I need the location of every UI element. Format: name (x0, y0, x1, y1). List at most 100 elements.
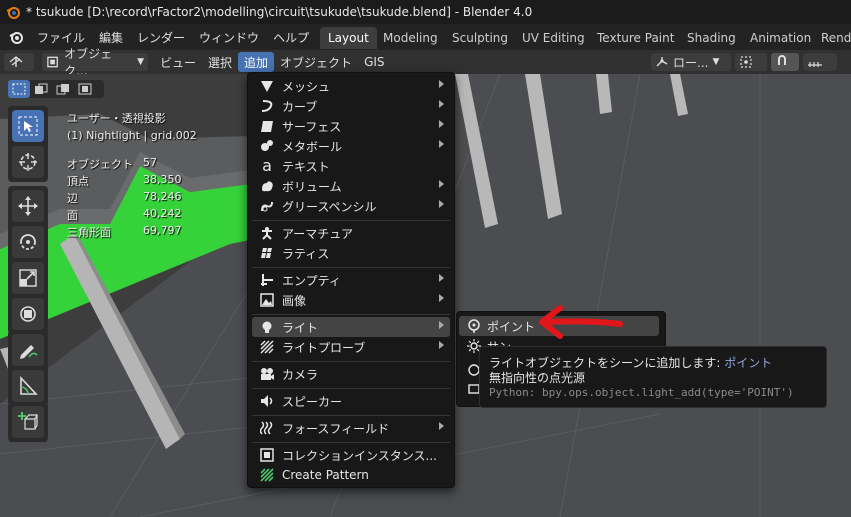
metaball-icon (261, 140, 273, 151)
add-menu-item-speaker[interactable]: スピーカー (252, 391, 450, 411)
operator-tooltip: ライトオブジェクトをシーンに追加します: ポイント 無指向性の点光源 Pytho… (479, 346, 827, 408)
select-invert-button[interactable] (74, 80, 96, 98)
tab-sculpting[interactable]: Sculpting (444, 27, 516, 49)
blender-menu-icon[interactable] (8, 29, 24, 45)
move-tool[interactable] (12, 190, 44, 222)
menu-gis[interactable]: GIS (358, 52, 390, 72)
select-new-button[interactable] (8, 80, 30, 98)
tool-group-transform (8, 186, 48, 334)
tab-animation[interactable]: Animation (742, 27, 819, 49)
image-icon (260, 293, 274, 307)
object-mode-icon (47, 56, 58, 68)
blender-logo-icon (6, 7, 20, 19)
select-subtract-icon (56, 84, 69, 95)
tool-group-add (8, 402, 48, 442)
viewport-header: オブジェク... ▼ ビュー 選択 追加 オブジェクト GIS ロー... ▼ (0, 47, 851, 78)
pivot-point-dropdown[interactable] (735, 53, 767, 71)
stat-label-triangles: 三角形面 (67, 226, 111, 239)
add-menu-item-mesh[interactable]: メッシュ (252, 76, 450, 96)
cursor-select-icon (18, 116, 38, 136)
light-icon (262, 321, 272, 333)
submenu-arrow-icon (439, 100, 444, 108)
stat-value-vertices: 38,350 (143, 173, 182, 186)
add-menu-item-create-pattern[interactable]: Create Pattern (252, 465, 450, 485)
menu-view[interactable]: ビュー (154, 52, 202, 72)
transform-orientation-dropdown[interactable]: ロー... ▼ (651, 53, 731, 71)
menu-render[interactable]: レンダー (130, 29, 192, 46)
add-menu-item-collection-instance[interactable]: コレクションインスタンス... (252, 445, 450, 465)
transform-tool[interactable] (12, 298, 44, 330)
stat-label-objects: オブジェクト (67, 158, 133, 171)
menu-file[interactable]: ファイル (30, 29, 92, 46)
add-menu-item-grease-pencil[interactable]: グリースペンシル (252, 196, 450, 216)
measure-tool[interactable] (12, 370, 44, 402)
submenu-arrow-icon (439, 294, 444, 302)
add-menu-item-volume[interactable]: ボリューム (252, 176, 450, 196)
add-menu-item-light-probe[interactable]: ライトプローブ (252, 337, 450, 357)
cursor-tool[interactable] (12, 146, 44, 178)
force-field-icon (260, 421, 273, 435)
add-menu-item-curve[interactable]: カーブ (252, 96, 450, 116)
collection-info: (1) Nightlight | grid.002 (67, 129, 197, 142)
empty-icon (261, 274, 273, 286)
add-menu-item-text[interactable]: a テキスト (252, 156, 450, 176)
submenu-arrow-icon (439, 422, 444, 430)
tab-modeling[interactable]: Modeling (375, 27, 446, 49)
stat-label-vertices: 頂点 (67, 175, 89, 188)
submenu-arrow-icon (439, 120, 444, 128)
tab-uv-editing[interactable]: UV Editing (514, 27, 593, 49)
menu-separator (252, 267, 450, 268)
select-extend-icon (35, 83, 48, 94)
menu-separator (252, 361, 450, 362)
mode-dropdown[interactable]: オブジェク... ▼ (42, 47, 148, 78)
submenu-arrow-icon (439, 80, 444, 88)
tooltip-operator-name: ポイント (724, 356, 773, 370)
menu-window[interactable]: ウィンドウ (192, 29, 266, 46)
select-box-tool[interactable] (12, 110, 44, 142)
add-cube-tool[interactable] (12, 406, 44, 438)
armature-icon (262, 227, 272, 240)
tab-shading[interactable]: Shading (679, 27, 744, 49)
submenu-arrow-icon (439, 321, 444, 329)
menu-add[interactable]: 追加 (238, 52, 275, 72)
tab-texture-paint[interactable]: Texture Paint (589, 27, 682, 49)
chevron-down-icon: ▼ (137, 57, 144, 67)
tab-rendering[interactable]: Rende (813, 27, 851, 49)
stat-label-faces: 面 (67, 209, 78, 222)
rotate-icon (20, 234, 36, 250)
orientation-icon (656, 57, 668, 67)
add-menu-item-surface[interactable]: サーフェス (252, 116, 450, 136)
add-menu-item-force-field[interactable]: フォースフィールド (252, 418, 450, 438)
select-extend-button[interactable] (30, 80, 52, 98)
submenu-arrow-icon (439, 180, 444, 188)
snap-toggle[interactable] (771, 53, 799, 71)
editor-type-button[interactable] (4, 53, 34, 71)
add-menu-item-light[interactable]: ライト (252, 317, 450, 337)
add-menu-item-lattice[interactable]: ラティス (252, 243, 450, 263)
3d-view-icon (9, 56, 23, 67)
add-menu-item-armature[interactable]: アーマチュア (252, 223, 450, 243)
stat-value-triangles: 69,797 (143, 224, 182, 237)
add-menu-item-image[interactable]: 画像 (252, 290, 450, 310)
orientation-label: ロー... (673, 55, 709, 70)
add-menu-item-camera[interactable]: カメラ (252, 364, 450, 384)
selection-mode-group (8, 80, 104, 98)
text-icon: a (262, 156, 272, 175)
tab-layout[interactable]: Layout (320, 27, 377, 49)
stat-value-faces: 40,242 (143, 207, 182, 220)
menu-separator (252, 388, 450, 389)
menu-edit[interactable]: 編集 (92, 29, 130, 46)
menu-select[interactable]: 選択 (202, 52, 238, 72)
measure-ruler-icon (20, 375, 38, 395)
menu-object[interactable]: オブジェクト (274, 52, 358, 72)
add-menu-item-metaball[interactable]: メタボール (252, 136, 450, 156)
snap-target-dropdown[interactable] (803, 53, 837, 71)
rotate-tool[interactable] (12, 226, 44, 258)
scale-tool[interactable] (12, 262, 44, 294)
pattern-icon (260, 468, 274, 482)
menu-separator (252, 415, 450, 416)
menu-help[interactable]: ヘルプ (266, 29, 316, 46)
add-menu-item-empty[interactable]: エンプティ (252, 270, 450, 290)
select-subtract-button[interactable] (52, 80, 74, 98)
annotate-tool[interactable] (12, 334, 44, 366)
